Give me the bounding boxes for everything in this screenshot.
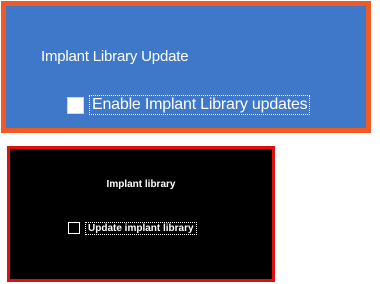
- enable-updates-option[interactable]: Enable Implant Library updates: [67, 95, 311, 115]
- implant-library-update-panel: Implant Library Update Enable Implant Li…: [1, 1, 371, 133]
- panel-title: Implant Library Update: [41, 48, 189, 65]
- panel-title: Implant library: [106, 179, 176, 190]
- update-library-checkbox[interactable]: [68, 222, 80, 234]
- enable-updates-label[interactable]: Enable Implant Library updates: [88, 95, 311, 115]
- enable-updates-checkbox[interactable]: [67, 96, 84, 114]
- update-library-option[interactable]: Update implant library: [68, 221, 197, 235]
- update-library-label[interactable]: Update implant library: [85, 221, 197, 235]
- implant-library-panel: Implant library Update implant library: [7, 146, 275, 282]
